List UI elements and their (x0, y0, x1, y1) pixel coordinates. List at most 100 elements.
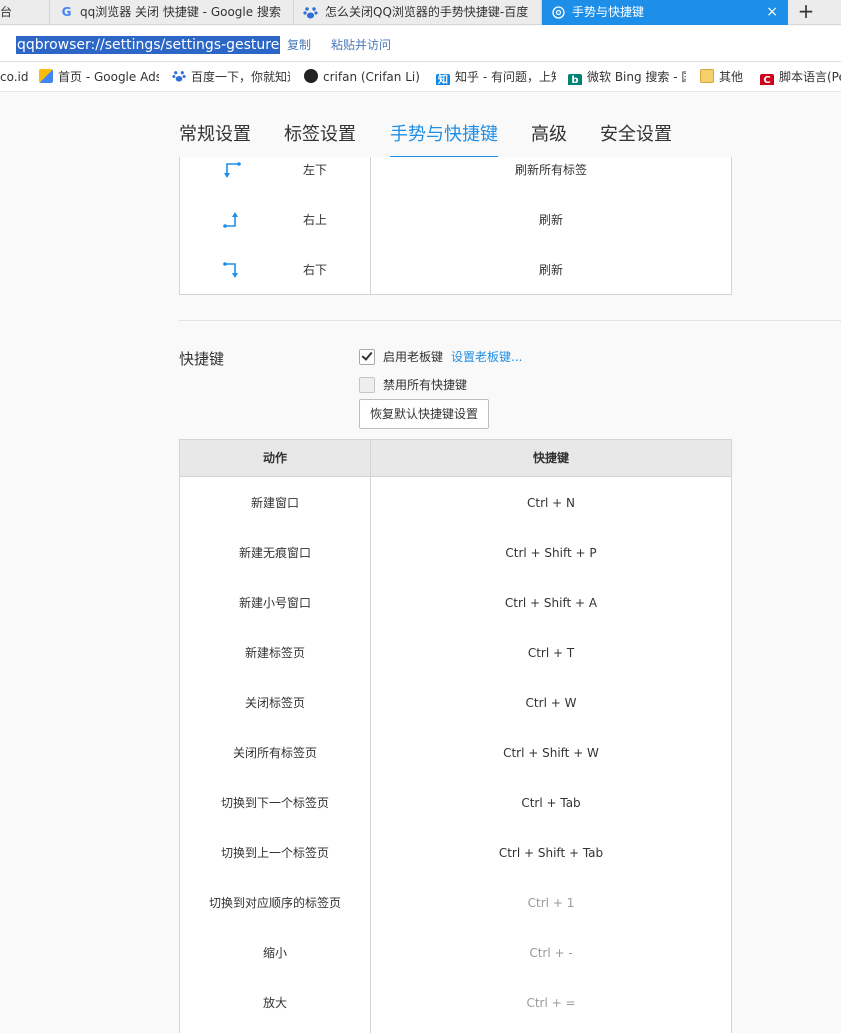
zhihu-icon: 知 (436, 74, 450, 85)
tab-security-settings[interactable]: 安全设置 (600, 123, 672, 147)
tab-label: 台 (0, 5, 13, 19)
tab-partial[interactable]: 台 (0, 0, 50, 25)
table-row[interactable]: 切换到下一个标签页 Ctrl + Tab (180, 778, 731, 828)
shortcut-key[interactable]: Ctrl + Shift + A (371, 578, 731, 628)
settings-page: 常规设置 标签设置 手势与快捷键 高级 安全设置 左下 刷新所有标签 右上 刷新… (0, 93, 841, 1033)
column-header-shortcut: 快捷键 (532, 451, 569, 465)
bookmark-item[interactable]: C 脚本语言(Perl (760, 69, 841, 85)
tab-label: 怎么关闭QQ浏览器的手势快捷键-百度 (325, 5, 529, 19)
shortcut-action: 缩小 (262, 946, 287, 960)
set-boss-key-link[interactable]: 设置老板键... (451, 348, 522, 366)
bookmark-item[interactable]: co.id (0, 69, 30, 85)
shortcut-key[interactable]: Ctrl + = (371, 978, 731, 1028)
gesture-row[interactable]: 左下 刷新所有标签 (180, 145, 731, 195)
shortcut-action: 切换到下一个标签页 (220, 796, 329, 810)
tab-baidu[interactable]: 怎么关闭QQ浏览器的手势快捷键-百度 (294, 0, 542, 25)
section-divider (179, 320, 841, 321)
url-input[interactable]: qqbrowser://settings/settings-gesture (16, 36, 281, 54)
shortcut-key[interactable]: Ctrl + 1 (371, 878, 731, 928)
bookmark-label: 微软 Bing 搜索 - 国内版 (587, 70, 686, 84)
bookmark-folder[interactable]: 其他 (700, 69, 752, 85)
google-icon: G (61, 5, 72, 19)
github-icon (304, 69, 318, 83)
gesture-table: 左下 刷新所有标签 右上 刷新 右下 刷新 (179, 157, 732, 295)
bookmark-label: crifan (Crifan Li) (323, 70, 420, 84)
tab-bar: 台 G qq浏览器 关闭 快捷键 - Google 搜索 怎么关闭QQ浏览器的手… (0, 0, 841, 25)
shortcut-action: 新建小号窗口 (238, 596, 311, 610)
baidu-paw-icon (303, 5, 318, 20)
table-row[interactable]: 新建窗口 Ctrl + N (180, 478, 731, 528)
shortcut-action: 新建无痕窗口 (238, 546, 311, 560)
shortcut-key[interactable]: Ctrl + T (371, 628, 731, 678)
paste-and-go-button[interactable]: 粘贴并访问 (331, 37, 391, 53)
copy-button[interactable]: 复制 (287, 37, 311, 53)
bookmark-item[interactable]: b 微软 Bing 搜索 - 国内版 (568, 69, 686, 85)
shortcut-action: 切换到上一个标签页 (220, 846, 329, 860)
gesture-row[interactable]: 右下 刷新 (180, 245, 731, 295)
shortcut-key[interactable]: Ctrl + W (371, 678, 731, 728)
tab-gesture-shortcuts[interactable]: 手势与快捷键 (390, 123, 498, 158)
checkmark-icon (361, 349, 373, 361)
tab-google-search[interactable]: G qq浏览器 关闭 快捷键 - Google 搜索 (50, 0, 294, 25)
table-row[interactable]: 放大 Ctrl + = (180, 978, 731, 1028)
shortcut-action: 新建标签页 (244, 646, 305, 660)
bookmark-label: 其他 (719, 70, 744, 84)
table-row[interactable]: 新建无痕窗口 Ctrl + Shift + P (180, 528, 731, 578)
google-ads-icon (39, 69, 53, 83)
bing-icon: b (568, 74, 582, 85)
bookmarks-bar: co.id 首页 - Google Ads 百度一下，你就知道 crifan (… (0, 63, 841, 92)
boss-key-checkbox[interactable] (359, 349, 375, 365)
bookmark-item[interactable]: 首页 - Google Ads (39, 69, 159, 85)
folder-icon (700, 69, 714, 83)
disable-all-shortcuts-option[interactable]: 禁用所有快捷键 (359, 376, 499, 394)
gesture-left-down-icon (224, 162, 241, 178)
close-icon[interactable]: × (766, 0, 778, 25)
gesture-action: 刷新所有标签 (514, 163, 587, 177)
shortcut-key[interactable]: Ctrl + Shift + P (371, 528, 731, 578)
shortcut-key[interactable]: Ctrl + Shift + W (371, 728, 731, 778)
bookmark-item[interactable]: 知知乎 - 有问题，上知乎 (436, 69, 556, 85)
table-row[interactable]: 新建标签页 Ctrl + T (180, 628, 731, 678)
table-row[interactable]: 关闭标签页 Ctrl + W (180, 678, 731, 728)
gesture-action: 刷新 (538, 263, 563, 277)
table-row[interactable]: 关闭所有标签页 Ctrl + Shift + W (180, 728, 731, 778)
disable-all-shortcuts-checkbox[interactable] (359, 377, 375, 393)
shortcut-action: 切换到对应顺序的标签页 (208, 896, 341, 910)
table-row[interactable]: 切换到对应顺序的标签页 Ctrl + 1 (180, 878, 731, 928)
bookmark-item[interactable]: 百度一下，你就知道 (172, 69, 290, 85)
gesture-right-down-icon (223, 262, 238, 278)
shortcut-action: 放大 (262, 996, 287, 1010)
table-row[interactable]: 缩小 Ctrl + - (180, 928, 731, 978)
tab-gesture-settings[interactable]: 手势与快捷键 × (542, 0, 788, 25)
boss-key-label: 启用老板键 (383, 350, 444, 364)
new-tab-button[interactable]: + (795, 0, 817, 25)
shortcut-key[interactable]: Ctrl + - (371, 928, 731, 978)
bookmark-item[interactable]: crifan (Crifan Li) (304, 69, 422, 85)
shortcut-key[interactable]: Ctrl + Tab (371, 778, 731, 828)
gesture-direction: 左下 (302, 163, 327, 177)
tab-label: 手势与快捷键 (572, 5, 645, 19)
shortcut-key[interactable]: Ctrl + Shift + Tab (371, 828, 731, 878)
crifan-c-icon: C (760, 74, 774, 85)
shortcut-action: 关闭标签页 (244, 696, 305, 710)
tab-advanced[interactable]: 高级 (531, 123, 567, 147)
boss-key-option[interactable]: 启用老板键 设置老板键... (359, 348, 559, 366)
tab-general-settings[interactable]: 常规设置 (179, 123, 251, 147)
shortcut-key[interactable]: Ctrl + N (371, 478, 731, 528)
gesture-action: 刷新 (538, 213, 563, 227)
gesture-row[interactable]: 右上 刷新 (180, 195, 731, 245)
table-row[interactable]: 新建小号窗口 Ctrl + Shift + A (180, 578, 731, 628)
shortcut-action: 关闭所有标签页 (232, 746, 317, 760)
table-header: 动作 快捷键 (180, 440, 731, 477)
tab-tab-settings[interactable]: 标签设置 (284, 123, 356, 147)
shortcut-table: 动作 快捷键 新建窗口 Ctrl + N 新建无痕窗口 Ctrl + Shift + … (179, 439, 732, 1033)
baidu-paw-icon (172, 69, 186, 83)
table-row[interactable]: 切换到上一个标签页 Ctrl + Shift + Tab (180, 828, 731, 878)
address-bar: qqbrowser://settings/settings-gesture 复制… (0, 26, 841, 62)
bookmark-label: 首页 - Google Ads (58, 70, 159, 84)
column-header-action: 动作 (262, 451, 287, 465)
disable-all-shortcuts-label: 禁用所有快捷键 (383, 378, 468, 392)
gesture-direction: 右下 (302, 263, 327, 277)
restore-default-shortcuts-button[interactable]: 恢复默认快捷键设置 (359, 399, 489, 429)
gesture-direction: 右上 (302, 213, 327, 227)
